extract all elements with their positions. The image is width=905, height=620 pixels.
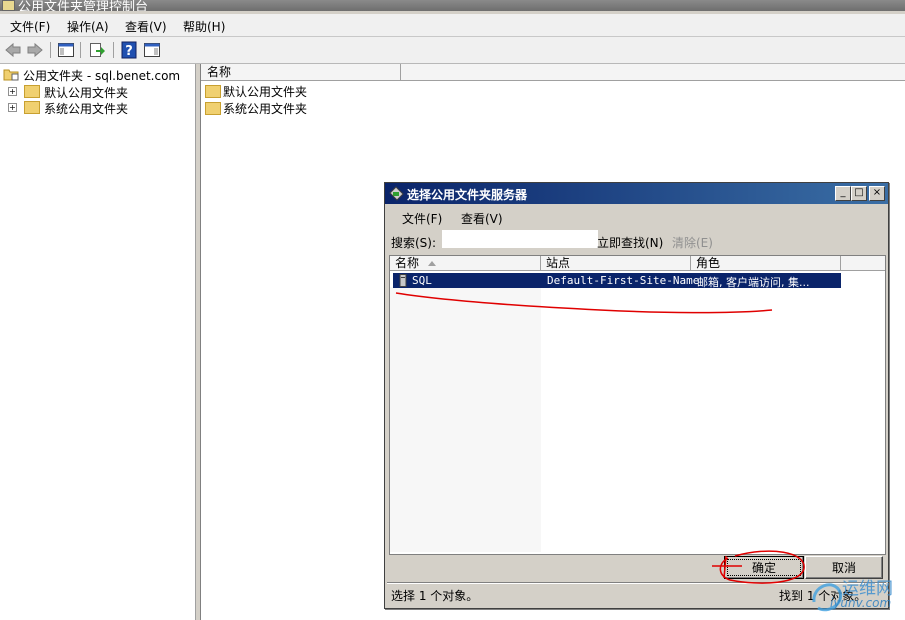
help-icon[interactable]: ? <box>120 41 138 59</box>
watermark-logo: 运维网 iyunv.com <box>808 570 905 620</box>
cell-name: SQL <box>412 274 432 287</box>
column-header-site[interactable]: 站点 <box>541 256 691 271</box>
status-selected-count: 选择 1 个对象。 <box>391 589 479 603</box>
cell-role: 邮箱, 客户端访问, 集... <box>697 276 810 289</box>
close-button[interactable]: × <box>869 186 885 201</box>
tree-item-label: 系统公用文件夹 <box>44 102 129 116</box>
column-header-name[interactable]: 名称 <box>390 256 541 271</box>
column-header-name[interactable]: 名称 <box>201 64 401 81</box>
dialog-menu-file[interactable]: 文件(F) <box>402 210 442 227</box>
back-icon[interactable] <box>4 41 22 59</box>
forward-icon[interactable] <box>26 41 44 59</box>
window-title: 公用文件夹管理控制台 <box>18 0 149 11</box>
search-input[interactable] <box>442 230 598 248</box>
find-now-button[interactable]: 立即查找(N) <box>597 234 663 251</box>
column-header-role[interactable]: 角色 <box>691 256 841 271</box>
menu-file[interactable]: 文件(F) <box>10 18 50 35</box>
window-title-bar[interactable]: 公用文件夹管理控制台 <box>0 0 905 11</box>
list-empty-area <box>541 287 885 552</box>
folder-icon <box>205 85 221 98</box>
sorted-column-shading <box>390 287 541 552</box>
tree-root-label: 公用文件夹 - sql.benet.com <box>23 69 181 83</box>
clear-button[interactable]: 清除(E) <box>672 234 713 251</box>
toolbar-separator <box>80 42 81 58</box>
sort-ascending-icon <box>428 261 436 266</box>
menu-bar: 文件(F) 操作(A) 查看(V) 帮助(H) <box>0 14 905 37</box>
menu-help[interactable]: 帮助(H) <box>183 18 225 35</box>
tree-item-label: 默认公用文件夹 <box>44 86 129 100</box>
watermark-swirl-icon <box>812 583 843 612</box>
cell-site: Default-First-Site-Name <box>547 274 700 287</box>
watermark-url: iyunv.com <box>830 596 892 610</box>
list-item-label: 系统公用文件夹 <box>223 102 308 116</box>
folder-icon <box>205 102 221 115</box>
console-icon <box>2 0 15 11</box>
menu-view[interactable]: 查看(V) <box>125 18 167 35</box>
search-label: 搜索(S): <box>391 236 437 250</box>
server-list[interactable]: 名称 站点 角色 SQL Default-First-Site-Name 邮箱,… <box>389 255 886 555</box>
export-list-icon[interactable] <box>88 41 106 59</box>
folder-icon <box>24 85 40 98</box>
toolbar-separator <box>50 42 51 58</box>
expand-icon[interactable]: + <box>8 87 17 96</box>
show-hide-tree-icon[interactable] <box>57 41 75 59</box>
maximize-button[interactable]: □ <box>851 186 867 201</box>
expand-icon[interactable]: + <box>8 103 17 112</box>
select-server-dialog: 选择公用文件夹服务器 _ □ × 文件(F) 查看(V) 搜索(S): 立即查找… <box>384 182 889 609</box>
table-row[interactable]: SQL Default-First-Site-Name 邮箱, 客户端访问, 集… <box>393 273 841 289</box>
server-picker-icon <box>389 186 404 201</box>
ok-button[interactable]: 确定 <box>724 556 804 579</box>
dialog-menu-view[interactable]: 查看(V) <box>461 210 503 227</box>
dialog-title-bar[interactable]: 选择公用文件夹服务器 _ □ × <box>385 183 888 204</box>
minimize-button[interactable]: _ <box>835 186 851 201</box>
folder-icon <box>24 101 40 114</box>
show-hide-action-pane-icon[interactable] <box>143 41 161 59</box>
svg-text:?: ? <box>125 44 133 59</box>
toolbar-separator <box>113 42 114 58</box>
column-header-label: 名称 <box>395 256 420 270</box>
public-folder-root-icon <box>3 69 19 81</box>
column-header-blank <box>401 64 905 81</box>
toolbar: ? <box>0 37 905 64</box>
list-item-label: 默认公用文件夹 <box>223 85 308 99</box>
menu-action[interactable]: 操作(A) <box>67 18 109 35</box>
server-icon <box>399 274 407 287</box>
console-tree[interactable]: 公用文件夹 - sql.benet.com + 默认公用文件夹 + 系统公用文件… <box>0 64 196 620</box>
dialog-title: 选择公用文件夹服务器 <box>407 188 528 202</box>
column-header-blank <box>841 256 885 271</box>
